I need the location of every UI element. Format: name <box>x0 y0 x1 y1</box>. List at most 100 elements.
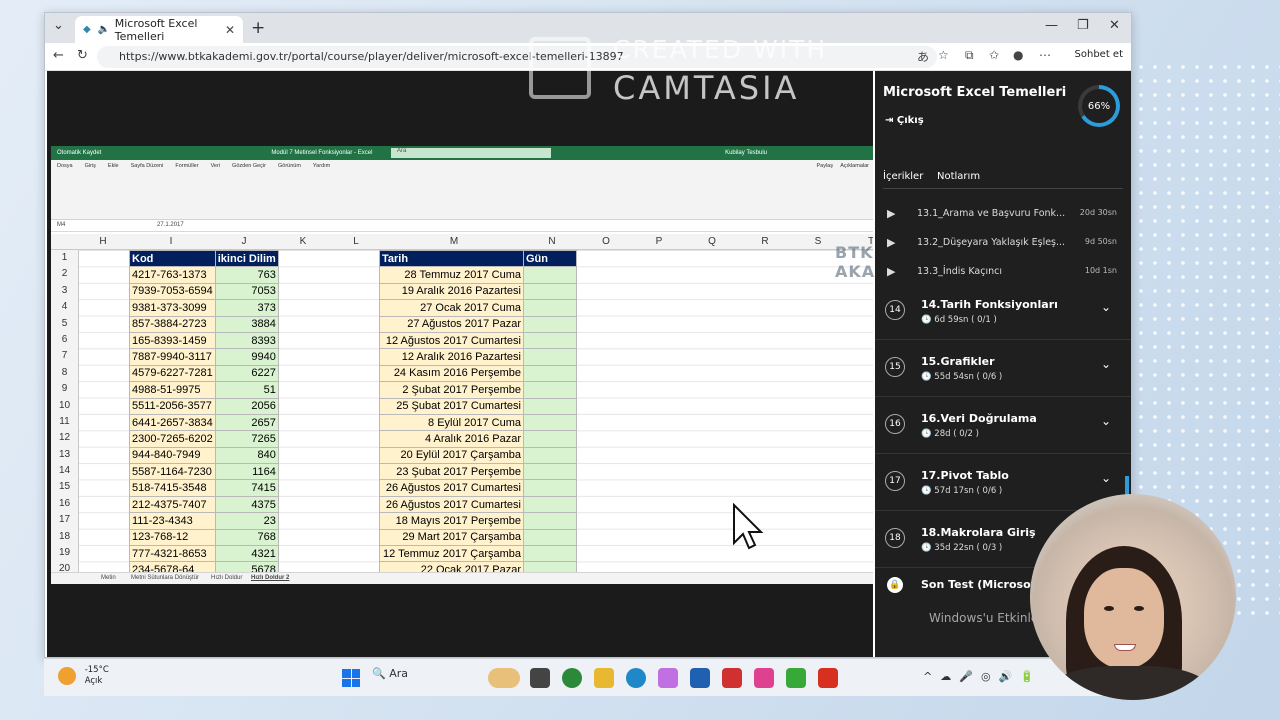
start-button-icon[interactable] <box>342 669 360 687</box>
minimize-icon[interactable]: — <box>1045 18 1058 33</box>
refresh-icon[interactable]: ↻ <box>77 48 88 63</box>
tarih-cell: 12 Temmuz 2017 Çarşamba <box>379 545 524 563</box>
tab-contents[interactable]: İçerikler <box>883 171 923 182</box>
tab-list-icon[interactable]: ⌄ <box>53 18 64 33</box>
row-header: 10 <box>58 399 71 411</box>
file-explorer-icon[interactable] <box>594 668 614 688</box>
kod-cell: 165-8393-1459 <box>129 331 216 350</box>
row-header: 3 <box>61 284 68 296</box>
back-icon[interactable]: ← <box>53 48 64 63</box>
lesson-duration: 10d 1sn <box>1084 266 1117 275</box>
lesson-name: 13.1_Arama ve Başvuru Fonk... <box>917 208 1066 219</box>
webcam-mouth <box>1114 644 1136 651</box>
section-title: 17.Pivot Tablo <box>921 469 1009 482</box>
lesson-duration: 20d 30sn <box>1079 208 1117 217</box>
video-player[interactable]: Otomatik Kaydet Modül 7 Metinsel Fonksiy… <box>47 71 924 657</box>
data-row: 9381-373-3099 373 <box>129 299 279 317</box>
section-title: 18.Makrolara Giriş <box>921 526 1036 539</box>
tab-notes[interactable]: Notlarım <box>937 171 980 182</box>
taskbar-search[interactable]: 🔍 Ara <box>372 667 408 680</box>
task-view-icon[interactable] <box>530 668 550 688</box>
tarih-cell: 24 Kasım 2016 Perşembe <box>379 364 524 383</box>
watermark-line1: CREATED WITH <box>613 35 828 64</box>
photos-icon[interactable] <box>754 668 774 688</box>
gun-cell <box>523 266 577 284</box>
edge-icon[interactable] <box>626 668 646 688</box>
close-tab-icon[interactable]: ✕ <box>225 23 235 37</box>
section-item[interactable]: 15 15.Grafikler 🕒 55d 54sn ( 0/6 ) ⌄ <box>875 341 1131 397</box>
weather-widget[interactable]: -15°C Açık <box>58 665 109 687</box>
section-item[interactable]: 14 14.Tarih Fonksiyonları 🕒 6d 59sn ( 0/1 … <box>875 284 1131 340</box>
data-row: 857-3884-2723 3884 <box>129 315 279 333</box>
row-headers: 1 2 3 4 5 6 7 8 9 10 11 12 13 14 15 16 17 18 19 20 <box>51 250 79 584</box>
camtasia-recorder-icon[interactable] <box>786 668 806 688</box>
exit-button[interactable]: ⇥ Çıkış <box>885 115 924 126</box>
data-row: 25 Şubat 2017 Cumartesi <box>379 397 577 415</box>
chevron-down-icon[interactable]: ⌄ <box>1101 414 1111 428</box>
translate-icon[interactable]: あ <box>917 48 929 65</box>
favorites-icon[interactable]: ✩ <box>989 48 999 62</box>
formula-value: 27.1.2017 <box>157 222 184 228</box>
chevron-down-icon[interactable]: ⌄ <box>1101 471 1111 485</box>
kod-cell: 5587-1164-7230 <box>129 463 216 481</box>
chrome-icon[interactable] <box>562 668 582 688</box>
copilot-icon[interactable] <box>658 668 678 688</box>
data-row: 7887-9940-3117 9940 <box>129 348 279 366</box>
ribbon-tab: Dosya <box>57 163 73 169</box>
tarih-cell: 12 Aralık 2016 Pazartesi <box>379 348 524 366</box>
favorite-star-icon[interactable]: ☆ <box>938 48 949 62</box>
section-item[interactable]: 16 16.Veri Doğrulama 🕒 28d ( 0/2 ) ⌄ <box>875 398 1131 454</box>
dilim-cell: 373 <box>214 299 279 317</box>
sheet-tab[interactable]: Hızlı Doldur <box>211 575 242 581</box>
gun-cell <box>523 512 577 530</box>
kod-cell: 123-768-12 <box>129 528 216 547</box>
sheet-tab[interactable]: Metin <box>101 575 116 581</box>
gun-cell <box>523 545 577 563</box>
excel-title: Modül 7 Metinsel Fonksiyonlar - Excel <box>271 150 373 156</box>
progress-ring: 66% <box>1078 85 1120 127</box>
chevron-down-icon[interactable]: ⌄ <box>1101 300 1111 314</box>
profile-icon[interactable]: ● <box>1013 48 1023 62</box>
gun-cell <box>523 299 577 317</box>
data-row: 4 Aralık 2016 Pazar <box>379 430 577 448</box>
final-test-label: Son Test (Microsoft <box>921 578 1041 591</box>
widgets-icon[interactable] <box>488 668 520 688</box>
windows-taskbar: -15°C Açık 🔍 Ara ^☁🎤◎🔊🔋 <box>44 658 1132 696</box>
extensions-icon[interactable]: ⧉ <box>965 48 974 63</box>
data-row: 944-840-7949 840 <box>129 446 279 465</box>
close-window-icon[interactable]: ✕ <box>1109 18 1120 33</box>
data-row: 18 Mayıs 2017 Perşembe <box>379 512 577 530</box>
ribbon-tab: Giriş <box>84 163 96 169</box>
sidebar-scroll-indicator[interactable] <box>1125 476 1129 496</box>
system-tray[interactable]: ^☁🎤◎🔊🔋 <box>923 670 1042 683</box>
excel-search: Ara <box>391 148 551 158</box>
maximize-icon[interactable]: ❐ <box>1077 18 1089 33</box>
wps-icon[interactable] <box>722 668 742 688</box>
tarih-cell: 29 Mart 2017 Çarşamba <box>379 528 524 547</box>
dilim-cell: 3884 <box>214 315 279 333</box>
data-row: 777-4321-8653 4321 <box>129 545 279 563</box>
browser-tab[interactable]: ◆ 🔈 Microsoft Excel Temelleri ✕ <box>75 16 243 43</box>
tarih-cell: 18 Mayıs 2017 Perşembe <box>379 512 524 530</box>
data-row: 28 Temmuz 2017 Cuma <box>379 266 577 284</box>
copilot-chat-button[interactable]: Sohbet et <box>1075 49 1123 60</box>
speaker-icon[interactable]: 🔈 <box>98 24 110 36</box>
sheet-tab[interactable]: Metni Sütunlara Dönüştür <box>131 575 199 581</box>
tarih-header: Tarih <box>379 249 524 268</box>
column-header: L <box>353 236 359 247</box>
gun-cell <box>523 479 577 497</box>
store-icon[interactable] <box>690 668 710 688</box>
section-meta: 🕒 6d 59sn ( 0/1 ) <box>921 315 997 325</box>
chevron-down-icon[interactable]: ⌄ <box>1101 357 1111 371</box>
mouse-cursor-icon <box>733 503 764 550</box>
new-tab-icon[interactable]: + <box>251 18 265 38</box>
section-meta: 🕒 57d 17sn ( 0/6 ) <box>921 486 1003 496</box>
kod-cell: 6441-2657-3834 <box>129 413 216 432</box>
dilim-cell: 51 <box>214 381 279 399</box>
webcam-eye <box>1134 606 1144 611</box>
data-row: 165-8393-1459 8393 <box>129 331 279 350</box>
more-icon[interactable]: ⋯ <box>1039 48 1051 62</box>
sheet-tab[interactable]: Hızlı Doldur 2 <box>251 575 289 581</box>
webcam-body <box>1050 666 1210 700</box>
camtasia-editor-icon[interactable] <box>818 668 838 688</box>
